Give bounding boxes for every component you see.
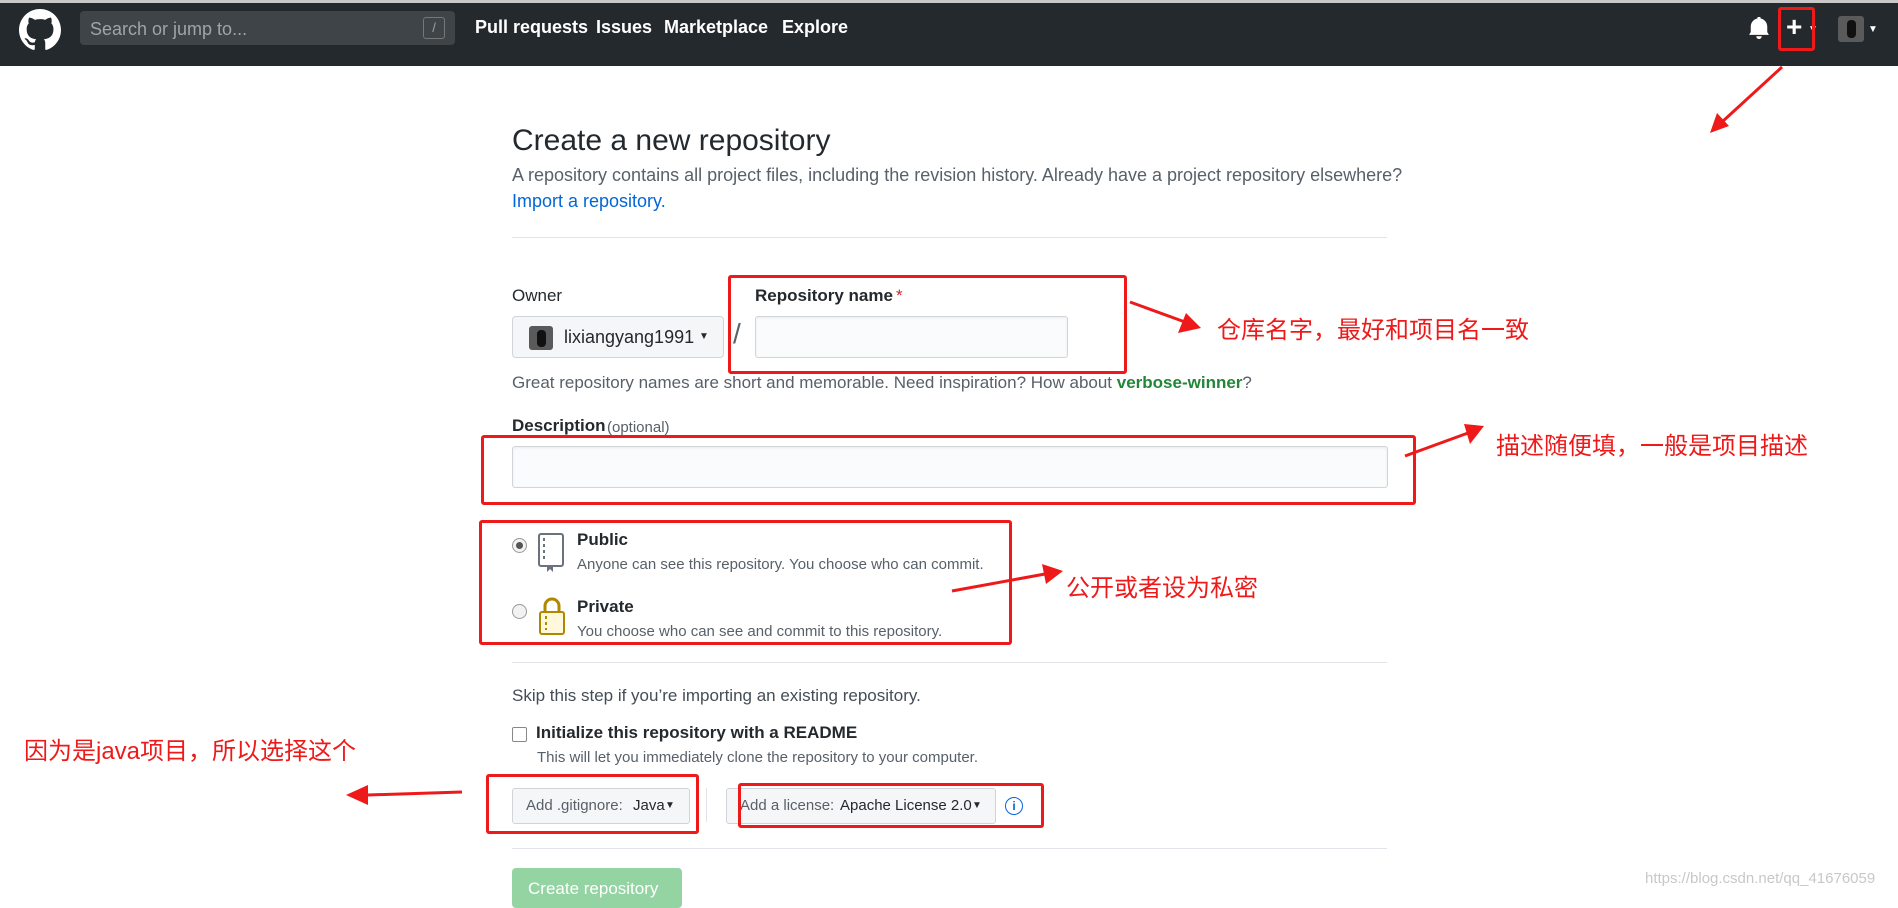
annotation-visibility: 公开或者设为私密 bbox=[1066, 575, 1258, 602]
annotation-gitignore: 因为是java项目，所以选择这个 bbox=[24, 738, 357, 765]
watermark: https://blog.csdn.net/qq_41676059 bbox=[1645, 870, 1876, 887]
annotation-repo-name: 仓库名字，最好和项目名一致 bbox=[1217, 317, 1529, 344]
annotation-description: 描述随便填，一般是项目描述 bbox=[1496, 433, 1808, 460]
